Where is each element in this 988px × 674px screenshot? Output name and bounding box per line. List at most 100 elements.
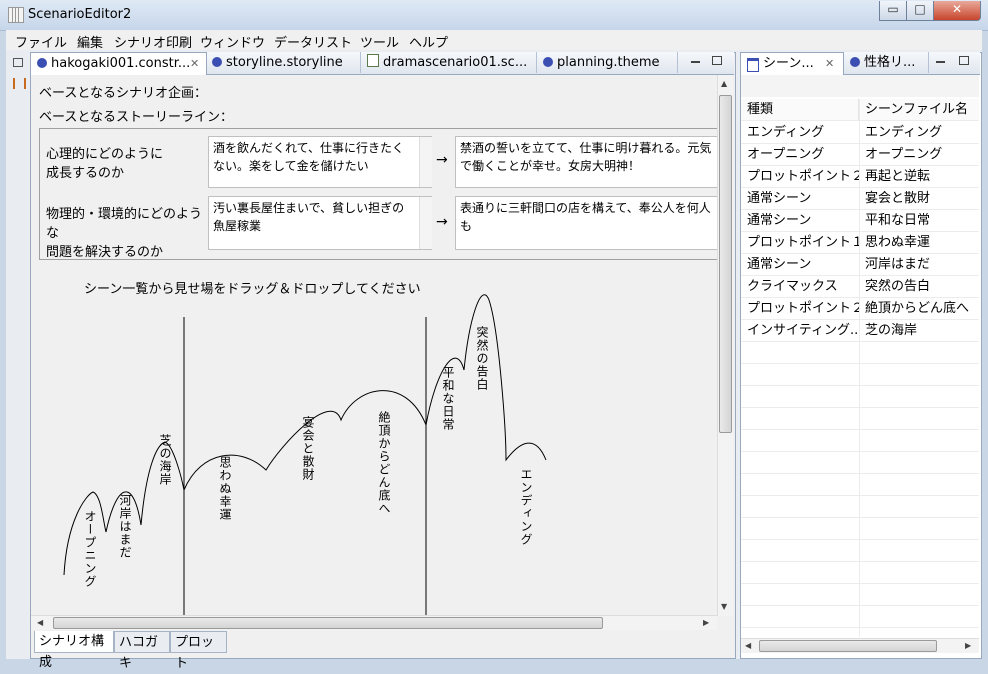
scroll-thumb[interactable] bbox=[759, 640, 937, 652]
table-row bbox=[741, 474, 979, 496]
scene-type-cell: クライマックス bbox=[741, 276, 859, 298]
arrow-icon: → bbox=[436, 152, 448, 168]
scroll-left-icon[interactable]: ◀ bbox=[745, 641, 751, 650]
scene-file-cell: 絶頂からどん底へ bbox=[859, 298, 979, 320]
scene-label[interactable]: 平和な日常 bbox=[440, 366, 457, 431]
table-row[interactable]: 通常シーン 河岸はまだ bbox=[741, 254, 979, 276]
scroll-up-icon[interactable]: ▲ bbox=[721, 79, 727, 88]
scene-file-cell: 突然の告白 bbox=[859, 276, 979, 298]
close-button[interactable]: ✕ bbox=[933, 1, 981, 21]
base-plan-label: ベースとなるシナリオ企画： bbox=[39, 86, 207, 101]
scene-label[interactable]: オープニング bbox=[82, 510, 99, 588]
field-scrollbar[interactable] bbox=[419, 137, 432, 187]
menu-print[interactable]: シナリオ印刷 bbox=[114, 32, 192, 51]
table-row[interactable]: プロットポイント１ 思わぬ幸運 bbox=[741, 232, 979, 254]
tab-label: planning.theme bbox=[557, 55, 660, 70]
menu-tools[interactable]: ツール bbox=[360, 32, 399, 51]
tab-scenario-structure[interactable]: シナリオ構成 bbox=[34, 631, 114, 670]
minimize-icon[interactable] bbox=[691, 61, 700, 63]
scene-file-cell: 平和な日常 bbox=[859, 210, 979, 232]
tab-hakogaki[interactable]: hakogaki001.constr... ✕ bbox=[30, 52, 207, 75]
scene-view-icon[interactable] bbox=[13, 78, 26, 89]
table-row[interactable]: プロットポイント２ 絶頂からどん底へ bbox=[741, 298, 979, 320]
scroll-down-icon[interactable]: ▼ bbox=[721, 602, 727, 611]
scene-file-cell: 思わぬ幸運 bbox=[859, 232, 979, 254]
tab-plot[interactable]: プロット bbox=[170, 631, 227, 671]
view-tab-bar: シーン... ✕ 性格リ... bbox=[740, 52, 980, 75]
table-row bbox=[741, 342, 979, 364]
scroll-right-icon[interactable]: ▶ bbox=[703, 618, 709, 627]
close-tab-icon[interactable]: ✕ bbox=[190, 53, 199, 74]
table-row[interactable]: オープニング オープニング bbox=[741, 144, 979, 166]
menu-window[interactable]: ウィンドウ bbox=[200, 32, 265, 51]
editor-horizontal-scrollbar[interactable]: ◀ ▶ bbox=[31, 615, 717, 630]
tab-label: hakogaki001.constr... bbox=[51, 56, 191, 71]
tab-label: storyline.storyline bbox=[226, 55, 343, 70]
scene-type-cell: エンディング bbox=[741, 122, 859, 144]
arrow-icon: → bbox=[436, 214, 448, 230]
table-row bbox=[741, 496, 979, 518]
theme-icon bbox=[37, 58, 47, 68]
scroll-left-icon[interactable]: ◀ bbox=[37, 618, 43, 627]
column-header-file[interactable]: シーンファイル名 bbox=[859, 99, 979, 121]
minimize-button[interactable]: ▭ bbox=[879, 1, 907, 21]
scroll-right-icon[interactable]: ▶ bbox=[965, 641, 971, 650]
problem-after-field[interactable]: 表通りに三軒間口の店を構えて、奉公人を何人も bbox=[455, 196, 719, 250]
scene-file-cell: オープニング bbox=[859, 144, 979, 166]
close-tab-icon[interactable]: ✕ bbox=[825, 53, 834, 74]
tab-storyline[interactable]: storyline.storyline bbox=[206, 52, 361, 73]
structure-chart[interactable] bbox=[31, 270, 717, 615]
menu-help[interactable]: ヘルプ bbox=[409, 32, 448, 51]
scene-type-cell: 通常シーン bbox=[741, 188, 859, 210]
scene-type-cell: プロットポイント２ bbox=[741, 298, 859, 320]
scene-label[interactable]: 芝の海岸 bbox=[157, 434, 174, 486]
table-row[interactable]: インサイティング... 芝の海岸 bbox=[741, 320, 979, 342]
scene-file-cell: エンディング bbox=[859, 122, 979, 144]
scene-type-cell: プロットポイント２ bbox=[741, 166, 859, 188]
scene-file-cell: 芝の海岸 bbox=[859, 320, 979, 342]
editor-vertical-scrollbar[interactable]: ▲ ▼ bbox=[717, 75, 733, 616]
table-row[interactable]: クライマックス 突然の告白 bbox=[741, 276, 979, 298]
view-horizontal-scrollbar[interactable]: ◀ ▶ bbox=[741, 638, 979, 653]
scene-file-cell: 河岸はまだ bbox=[859, 254, 979, 276]
growth-question: 心理的にどのように 成長するのか bbox=[46, 147, 164, 181]
scene-label[interactable]: 思わぬ幸運 bbox=[217, 456, 234, 521]
tab-scene-list[interactable]: シーン... ✕ bbox=[740, 52, 844, 75]
scene-label[interactable]: 突然の告白 bbox=[474, 326, 491, 391]
table-row[interactable]: 通常シーン 平和な日常 bbox=[741, 210, 979, 232]
scroll-thumb[interactable] bbox=[719, 95, 732, 433]
table-row bbox=[741, 584, 979, 606]
growth-after-field[interactable]: 禁酒の誓いを立てて、仕事に明け暮れる。元気で働くことが幸せ。女房大明神！ bbox=[455, 136, 719, 188]
problem-before-field[interactable]: 汚い裏長屋住まいで、貧しい担ぎの魚屋稼業 bbox=[208, 196, 432, 250]
maximize-icon[interactable] bbox=[712, 56, 722, 65]
table-row[interactable]: 通常シーン 宴会と散財 bbox=[741, 188, 979, 210]
maximize-button[interactable]: □ bbox=[906, 1, 934, 21]
column-header-type[interactable]: 種類 bbox=[741, 99, 859, 121]
table-row bbox=[741, 452, 979, 474]
scroll-thumb[interactable] bbox=[53, 617, 603, 629]
tab-hakogaki-view[interactable]: ハコガキ bbox=[114, 631, 170, 671]
scene-label[interactable]: 絶頂からどん底へ bbox=[376, 411, 393, 515]
maximize-icon[interactable] bbox=[959, 56, 969, 65]
table-row[interactable]: エンディング エンディング bbox=[741, 122, 979, 144]
field-scrollbar[interactable] bbox=[419, 197, 432, 249]
minimize-icon[interactable] bbox=[936, 61, 945, 63]
trim-stack bbox=[8, 52, 28, 657]
menu-edit[interactable]: 編集 bbox=[77, 32, 103, 51]
table-row bbox=[741, 408, 979, 430]
growth-before-field[interactable]: 酒を飲んだくれて、仕事に行きたくない。楽をして金を儲けたい bbox=[208, 136, 432, 188]
menu-datalist[interactable]: データリスト bbox=[274, 32, 352, 51]
menu-file[interactable]: ファイル bbox=[15, 32, 67, 51]
table-row bbox=[741, 540, 979, 562]
scene-label[interactable]: 宴会と散財 bbox=[300, 416, 317, 481]
tab-dramascenario[interactable]: dramascenario01.sc... bbox=[361, 52, 537, 73]
tab-planning[interactable]: planning.theme bbox=[537, 52, 678, 73]
restore-icon[interactable] bbox=[13, 58, 23, 67]
scene-label[interactable]: 河岸はまだ bbox=[117, 494, 134, 559]
scene-label[interactable]: エンディング bbox=[518, 468, 535, 546]
scene-type-cell: 通常シーン bbox=[741, 210, 859, 232]
table-row[interactable]: プロットポイント２ 再起と逆転 bbox=[741, 166, 979, 188]
tab-character-list[interactable]: 性格リ... bbox=[844, 52, 929, 73]
theme-icon bbox=[543, 57, 553, 67]
title-bar bbox=[0, 0, 988, 31]
